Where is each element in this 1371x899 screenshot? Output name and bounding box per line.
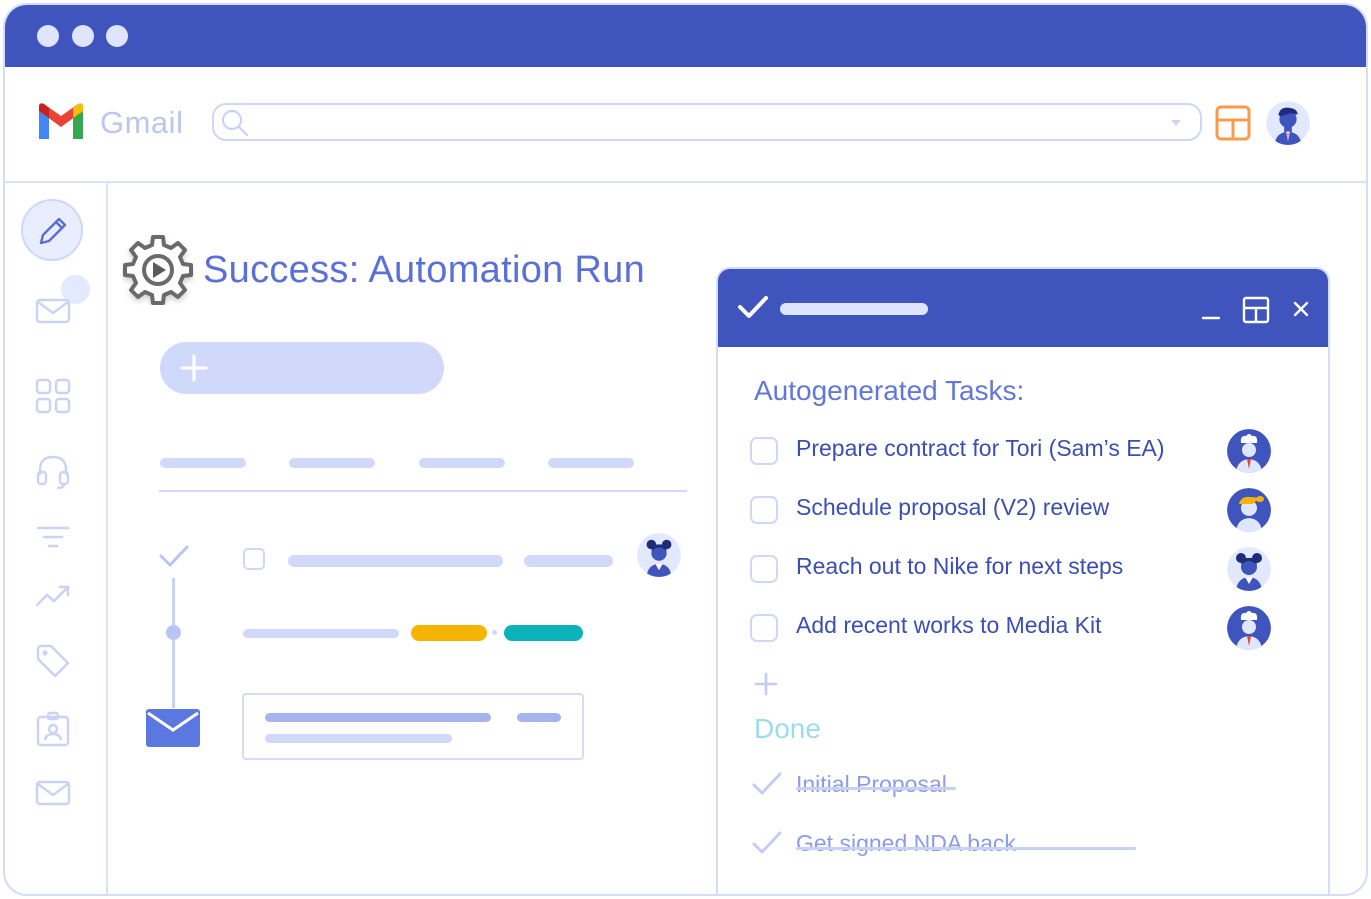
compose-button[interactable] — [21, 199, 83, 261]
email-preview-line — [265, 713, 491, 722]
row-detail-placeholder — [243, 629, 399, 638]
mail-icon[interactable] — [35, 293, 71, 329]
layout-icon[interactable] — [1215, 105, 1251, 141]
pencil-icon — [39, 217, 67, 245]
avatar-blonde[interactable] — [1227, 488, 1271, 532]
chevron-down-icon[interactable] — [1170, 119, 1182, 127]
avatar-buns[interactable] — [1227, 547, 1271, 591]
task-item[interactable]: Reach out to Nike for next steps — [750, 549, 1310, 593]
column-header[interactable] — [289, 458, 375, 468]
task-item[interactable]: Add recent works to Media Kit — [750, 608, 1310, 652]
strikethrough — [796, 847, 1136, 850]
done-task-label[interactable]: Get signed NDA back — [796, 830, 1016, 857]
sidebar — [5, 181, 108, 894]
row-meta-placeholder — [524, 555, 613, 567]
done-check-icon — [752, 772, 782, 795]
tag-icon[interactable] — [35, 643, 71, 679]
task-checkbox[interactable] — [750, 614, 778, 642]
done-task-label[interactable]: Initial Proposal — [796, 771, 947, 798]
avatar-buns[interactable] — [637, 533, 681, 577]
tag-yellow[interactable] — [411, 625, 487, 641]
mail-filled-icon — [146, 709, 200, 747]
avatar-chef[interactable] — [1227, 429, 1271, 473]
timeline-check-icon — [159, 545, 189, 567]
tasks-panel-header — [718, 269, 1328, 347]
timeline-node — [166, 625, 181, 640]
window-dot-close[interactable] — [37, 25, 59, 47]
task-label: Add recent works to Media Kit — [796, 612, 1102, 638]
tag-separator — [492, 630, 497, 635]
row-checkbox[interactable] — [243, 548, 265, 570]
email-preview-card[interactable] — [242, 693, 584, 760]
gear-play-icon — [123, 235, 193, 305]
close-icon[interactable] — [1292, 300, 1310, 318]
gmail-logo-text: Gmail — [100, 105, 184, 140]
plus-icon[interactable] — [754, 672, 778, 696]
task-checkbox[interactable] — [750, 555, 778, 583]
timeline-line — [172, 578, 175, 708]
search-icon — [221, 109, 249, 137]
gmail-logo-icon — [39, 103, 83, 139]
header-divider — [159, 490, 687, 492]
task-label: Prepare contract for Tori (Sam’s EA) — [796, 435, 1165, 461]
row-subject-placeholder — [288, 555, 503, 567]
panel-title-placeholder — [780, 303, 928, 315]
done-section-title: Done — [754, 713, 821, 744]
filter-icon[interactable] — [35, 520, 71, 556]
apps-grid-icon[interactable] — [35, 378, 71, 414]
layout-icon[interactable] — [1242, 296, 1270, 324]
trending-icon[interactable] — [35, 579, 71, 615]
section-title: Autogenerated Tasks: — [754, 375, 1025, 406]
user-avatar[interactable] — [1266, 101, 1310, 145]
task-checkbox[interactable] — [750, 437, 778, 465]
tag-teal[interactable] — [504, 625, 583, 641]
headset-icon[interactable] — [35, 453, 71, 489]
gmail-header: Gmail — [5, 67, 1366, 183]
done-check-icon — [752, 831, 782, 854]
task-item[interactable]: Prepare contract for Tori (Sam’s EA) — [750, 431, 1310, 475]
window-dot-maximize[interactable] — [106, 25, 128, 47]
page-title: Success: Automation Run — [203, 249, 646, 291]
column-header[interactable] — [419, 458, 505, 468]
check-icon — [738, 296, 768, 318]
task-item[interactable]: Schedule proposal (V2) review — [750, 490, 1310, 534]
column-header[interactable] — [160, 458, 246, 468]
new-automation-button[interactable] — [160, 342, 444, 394]
email-preview-line — [517, 713, 561, 722]
search-input[interactable] — [212, 103, 1202, 141]
tasks-panel: Autogenerated Tasks: Prepare contract fo… — [716, 267, 1330, 894]
task-checkbox[interactable] — [750, 496, 778, 524]
strikethrough — [796, 787, 956, 790]
minimize-icon[interactable] — [1201, 301, 1221, 321]
email-preview-line — [265, 734, 452, 743]
title-bar — [5, 5, 1366, 67]
app-window: Gmail Success: Automation Run Autogenera… — [3, 3, 1368, 896]
task-label: Schedule proposal (V2) review — [796, 494, 1110, 520]
avatar-chef[interactable] — [1227, 606, 1271, 650]
task-label: Reach out to Nike for next steps — [796, 553, 1124, 579]
column-header[interactable] — [548, 458, 634, 468]
window-dot-minimize[interactable] — [72, 25, 94, 47]
contact-card-icon[interactable] — [35, 711, 71, 747]
mail-icon[interactable] — [35, 775, 71, 811]
plus-icon — [180, 354, 208, 382]
